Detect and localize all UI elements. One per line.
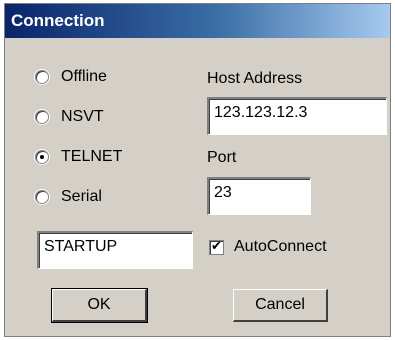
- radio-telnet-label: TELNET: [61, 148, 123, 165]
- ok-button[interactable]: OK: [51, 288, 148, 323]
- ok-button-label: OK: [87, 296, 111, 313]
- radio-nsvt-label: NSVT: [61, 108, 104, 125]
- radio-icon[interactable]: [35, 190, 49, 204]
- connection-dialog: Connection Offline NSVT TELNET Serial Ho…: [4, 3, 391, 337]
- dialog-title: Connection: [11, 11, 105, 30]
- port-label: Port: [207, 149, 237, 166]
- radio-nsvt[interactable]: NSVT: [35, 106, 104, 128]
- radio-serial-label: Serial: [61, 188, 102, 205]
- radio-telnet[interactable]: TELNET: [35, 146, 122, 168]
- radio-offline[interactable]: Offline: [35, 66, 107, 88]
- title-bar[interactable]: Connection: [5, 4, 390, 38]
- cancel-button[interactable]: Cancel: [233, 289, 328, 322]
- port-input[interactable]: 23: [207, 177, 311, 215]
- checkbox-icon[interactable]: ✔: [209, 237, 224, 255]
- radio-offline-label: Offline: [61, 68, 107, 85]
- radio-serial[interactable]: Serial: [35, 186, 102, 208]
- radio-icon[interactable]: [35, 70, 49, 84]
- host-address-input[interactable]: 123.123.12.3: [207, 97, 387, 135]
- radio-selected-icon[interactable]: [35, 150, 49, 164]
- startup-input[interactable]: STARTUP: [37, 231, 193, 269]
- checkmark-icon: ✔: [211, 237, 222, 253]
- autoconnect-checkbox[interactable]: ✔ AutoConnect: [209, 236, 327, 258]
- cancel-button-label: Cancel: [255, 296, 305, 313]
- host-address-label: Host Address: [207, 70, 303, 87]
- autoconnect-label: AutoConnect: [234, 238, 327, 255]
- radio-icon[interactable]: [35, 110, 49, 124]
